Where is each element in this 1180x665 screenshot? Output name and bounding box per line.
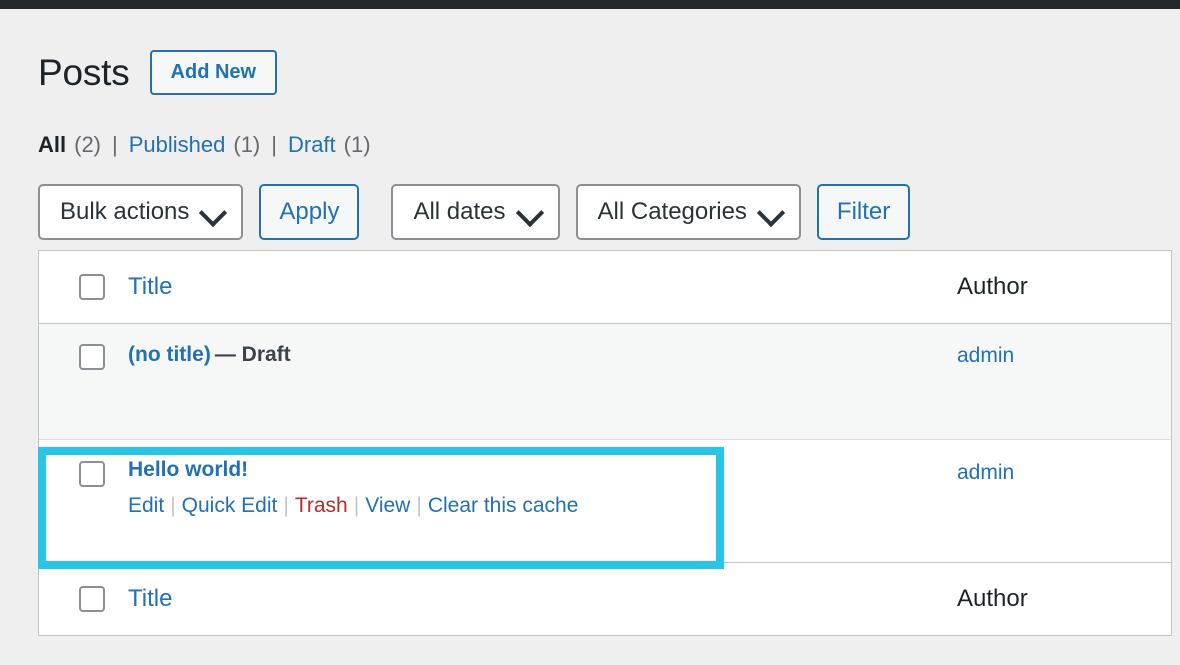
- chevron-down-icon: [199, 198, 228, 228]
- chevron-down-icon: [756, 198, 786, 228]
- bulk-actions-select[interactable]: Bulk actions: [38, 184, 244, 240]
- status-filter-separator-2: |: [271, 132, 277, 157]
- status-filter-draft[interactable]: Draft (1): [288, 134, 371, 156]
- status-filter-draft-label: Draft: [287, 132, 336, 157]
- row-action-separator: |: [283, 494, 289, 518]
- select-all-footer-cell: [39, 586, 128, 612]
- filter-button[interactable]: Filter: [816, 184, 911, 240]
- page-title: Posts: [38, 51, 130, 93]
- status-filter-all-label: All: [38, 132, 67, 157]
- category-filter-select[interactable]: All Categories: [575, 184, 801, 240]
- row-action-clear-this-cache[interactable]: Clear this cache: [428, 494, 579, 517]
- row-checkbox-hello-world[interactable]: [79, 461, 105, 487]
- bulk-actions-value: Bulk actions: [60, 198, 190, 225]
- table-row: (no title) — Draft admin: [39, 324, 1171, 440]
- row-action-quick-edit[interactable]: Quick Edit: [182, 494, 278, 517]
- table-row: Hello world! Edit | Quick Edit | Trash | View |…: [39, 440, 1171, 563]
- select-all-checkbox-bottom[interactable]: [79, 586, 105, 612]
- row-author-cell: admin: [957, 440, 1171, 485]
- row-title-cell: (no title) — Draft: [128, 324, 957, 368]
- date-filter-select[interactable]: All dates: [391, 184, 560, 240]
- author-column-label-footer: Author: [957, 585, 1028, 612]
- row-select-cell: [39, 324, 128, 370]
- title-column-label-footer: Title: [128, 585, 173, 612]
- select-all-checkbox-top[interactable]: [79, 274, 105, 300]
- row-action-separator: |: [353, 494, 360, 518]
- add-new-button[interactable]: Add New: [149, 49, 278, 95]
- category-filter-value: All Categories: [597, 198, 747, 225]
- post-title-link-draft[interactable]: (no title): [128, 343, 211, 366]
- row-action-view[interactable]: View: [365, 494, 410, 517]
- date-filter-value: All dates: [413, 198, 506, 225]
- row-action-separator: |: [416, 494, 422, 518]
- row-action-trash[interactable]: Trash: [295, 494, 348, 517]
- status-filter-published[interactable]: Published (1): [129, 134, 261, 156]
- page-header: Posts Add New: [38, 9, 1180, 98]
- author-column-footer: Author: [957, 585, 1171, 613]
- row-title-cell: Hello world! Edit | Quick Edit | Trash | View |…: [128, 440, 957, 520]
- row-actions-hello-world: Edit | Quick Edit | Trash | View | Clear this ca…: [128, 492, 957, 519]
- table-navigation-toolbar: Bulk actions Apply All dates All Categor…: [38, 184, 1180, 240]
- row-author-cell: admin: [957, 324, 1171, 368]
- title-column-footer[interactable]: Title: [128, 585, 957, 613]
- title-column-header[interactable]: Title: [128, 273, 957, 301]
- status-filter-published-count: (1): [233, 132, 261, 157]
- status-filter-links: All (2) | Published (1) | Draft (1): [38, 134, 1180, 156]
- author-column-label: Author: [957, 273, 1028, 300]
- admin-bar: [0, 0, 1180, 9]
- row-action-separator: |: [170, 494, 176, 518]
- status-filter-draft-count: (1): [343, 132, 371, 157]
- table-footer-row: Title Author: [39, 563, 1171, 636]
- title-column-label: Title: [128, 273, 173, 300]
- row-checkbox-draft[interactable]: [79, 344, 105, 370]
- row-action-edit[interactable]: Edit: [128, 494, 164, 517]
- row-select-cell: [39, 440, 128, 487]
- apply-button[interactable]: Apply: [259, 184, 360, 240]
- table-header-row: Title Author: [39, 251, 1171, 324]
- status-filter-all-count: (2): [74, 132, 102, 157]
- posts-page-wrap: Posts Add New All (2) | Published (1) | …: [0, 9, 1180, 636]
- status-filter-published-label: Published: [128, 132, 226, 157]
- status-filter-separator-1: |: [112, 132, 118, 157]
- author-column-header: Author: [957, 273, 1171, 301]
- posts-table: Title Author (no title) — Draft admin He…: [38, 250, 1172, 636]
- post-author-link-draft[interactable]: admin: [957, 344, 1014, 367]
- select-all-header-cell: [39, 274, 128, 300]
- post-state-draft: — Draft: [214, 343, 291, 366]
- chevron-down-icon: [515, 198, 544, 228]
- status-filter-all[interactable]: All (2): [38, 134, 101, 156]
- post-author-link-hello-world[interactable]: admin: [957, 461, 1014, 484]
- post-title-link-hello-world[interactable]: Hello world!: [128, 457, 957, 483]
